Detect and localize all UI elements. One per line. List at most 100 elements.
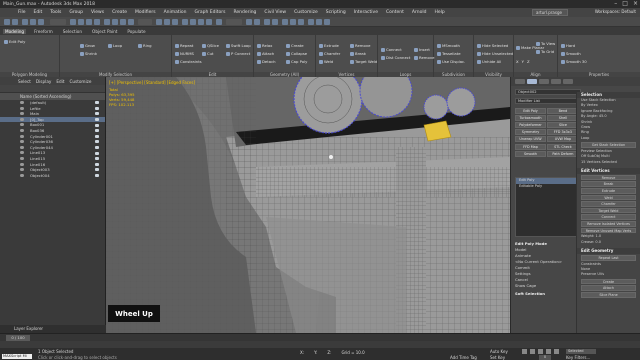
tab-selection[interactable]: Selection: [61, 29, 84, 34]
spinner-snap-icon[interactable]: [206, 19, 212, 25]
sign-in-field[interactable]: arturl.prasge: [532, 9, 568, 16]
minimize-icon[interactable]: –: [614, 0, 617, 7]
maximize-icon[interactable]: □: [622, 0, 628, 7]
hard-button[interactable]: Hard: [561, 43, 575, 48]
tab-freeform[interactable]: Freeform: [32, 29, 55, 34]
current-frame-field[interactable]: 0: [539, 354, 551, 360]
undo-icon[interactable]: [4, 19, 10, 25]
modifier-button[interactable]: Symmetry: [515, 129, 546, 136]
placement-icon[interactable]: [128, 19, 134, 25]
smooth-30-button[interactable]: Smooth 30: [561, 59, 587, 64]
eye-icon[interactable]: [20, 151, 24, 155]
ev-button[interactable]: Remove Unused Map Verts: [581, 227, 636, 234]
ev-button[interactable]: Remove Isolated Vertices: [581, 221, 636, 227]
layer-explorer-bar[interactable]: Layer Explorer: [0, 325, 106, 333]
named-selection-dropdown[interactable]: [226, 19, 242, 25]
remove-vertex-button[interactable]: Remove: [350, 43, 370, 48]
list-item[interactable]: Object004: [0, 173, 105, 179]
eg-button[interactable]: Repeat Last: [581, 255, 636, 261]
key-selection-dropdown[interactable]: Selected: [566, 349, 596, 354]
motion-panel-icon[interactable]: [551, 79, 561, 84]
unhide-all-button[interactable]: Unhide All: [477, 59, 501, 64]
break-button[interactable]: Break: [350, 51, 366, 56]
render-production-icon[interactable]: [324, 19, 330, 25]
select-object-icon[interactable]: [70, 19, 76, 25]
align-icon[interactable]: [254, 19, 260, 25]
maxscript-listener[interactable]: MAXScript Mi: [2, 354, 32, 359]
explorer-tab-select[interactable]: Select: [18, 79, 31, 84]
menu-interactive[interactable]: Interactive: [354, 10, 378, 15]
smooth-button[interactable]: Smooth: [561, 51, 581, 56]
go-to-end-icon[interactable]: [554, 349, 559, 354]
keyboard-shortcut-icon[interactable]: [172, 19, 178, 25]
visibility-icon[interactable]: [95, 134, 99, 138]
visibility-icon[interactable]: [95, 162, 99, 166]
modifier-list-dropdown[interactable]: Modifier List: [515, 98, 581, 104]
track-bar[interactable]: [0, 341, 640, 348]
modifier-button[interactable]: Shell: [547, 114, 579, 121]
move-icon[interactable]: [104, 19, 110, 25]
p-connect-button[interactable]: P Connect: [226, 51, 250, 56]
cut-button[interactable]: Cut: [202, 51, 214, 56]
y-coordinate[interactable]: Y:: [314, 350, 317, 355]
visibility-icon[interactable]: [95, 112, 99, 116]
eye-icon[interactable]: [20, 101, 24, 104]
mirror-icon[interactable]: [246, 19, 252, 25]
edit-poly-button[interactable]: Edit Poly: [4, 39, 25, 44]
auto-key-button[interactable]: Auto Key: [490, 349, 508, 354]
viewport-label[interactable]: [+] [Perspective] [Standard] [Edged Face…: [109, 80, 195, 85]
display-panel-icon[interactable]: [563, 79, 573, 84]
pivot-icon[interactable]: [156, 19, 162, 25]
menu-scripting[interactable]: Scripting: [326, 10, 346, 15]
toggle-scene-explorer-icon[interactable]: [264, 19, 270, 25]
visibility-icon[interactable]: [95, 157, 99, 161]
modifier-button[interactable]: Path Deform: [547, 150, 579, 157]
visibility-icon[interactable]: [95, 117, 99, 121]
menu-tools[interactable]: Tools: [50, 10, 61, 15]
explorer-column-header[interactable]: Name (Sorted Ascending): [0, 93, 105, 100]
set-key-button[interactable]: Set Key: [490, 355, 505, 360]
menu-modifiers[interactable]: Modifiers: [135, 10, 156, 15]
perspective-viewport[interactable]: [+] [Perspective] [Standard] [Edged Face…: [106, 77, 510, 333]
modifier-button[interactable]: Bend: [547, 107, 579, 114]
menu-rendering[interactable]: Rendering: [233, 10, 256, 15]
menu-group[interactable]: Group: [69, 10, 83, 15]
swift-loop-button[interactable]: Swift Loop: [226, 43, 251, 48]
explorer-tab-display[interactable]: Display: [36, 79, 51, 84]
align-z-button[interactable]: Z: [527, 59, 530, 64]
ev-button[interactable]: Chamfer: [581, 201, 636, 207]
visibility-icon[interactable]: [95, 123, 99, 127]
to-grid-button[interactable]: To Grid: [536, 49, 554, 54]
eg-line[interactable]: Preserve UVs: [577, 272, 640, 277]
menu-content[interactable]: Content: [386, 10, 404, 15]
schematic-view-icon[interactable]: [290, 19, 296, 25]
menu-civil-view[interactable]: Civil View: [264, 10, 286, 15]
modifier-button[interactable]: STL Check: [547, 143, 579, 150]
connect-button[interactable]: Connect: [381, 47, 402, 52]
ev-button[interactable]: Weld: [581, 194, 636, 201]
rotate-icon[interactable]: [112, 19, 118, 25]
ev-button[interactable]: Target Weld: [581, 207, 636, 214]
eye-icon[interactable]: [20, 128, 24, 132]
z-coordinate[interactable]: Z:: [327, 350, 331, 355]
edit-named-selection-icon[interactable]: [216, 19, 222, 25]
select-manipulate-icon[interactable]: [164, 19, 170, 25]
link-icon[interactable]: [22, 19, 28, 25]
visibility-icon[interactable]: [95, 129, 99, 133]
dist-connect-button[interactable]: Dist Connect: [381, 55, 410, 60]
window-crossing-icon[interactable]: [94, 19, 100, 25]
menu-animation[interactable]: Animation: [164, 10, 187, 15]
to-view-button[interactable]: To View: [536, 41, 555, 46]
grow-button[interactable]: Grow: [80, 43, 95, 48]
loop-button[interactable]: Loop: [108, 43, 122, 48]
create-panel-icon[interactable]: [515, 79, 525, 84]
hide-unselected-button[interactable]: Hide Unselected: [477, 51, 513, 56]
hide-selected-button[interactable]: Hide Selected: [477, 43, 508, 48]
create-button[interactable]: Create: [286, 43, 304, 48]
add-time-tag-button[interactable]: Add Time Tag: [450, 355, 477, 360]
material-editor-icon[interactable]: [298, 19, 304, 25]
object-name-field[interactable]: Object002: [515, 89, 581, 95]
modifier-button[interactable]: Slice: [547, 121, 579, 128]
modifier-button[interactable]: FFD Map: [515, 143, 546, 150]
eye-icon[interactable]: [20, 162, 24, 166]
